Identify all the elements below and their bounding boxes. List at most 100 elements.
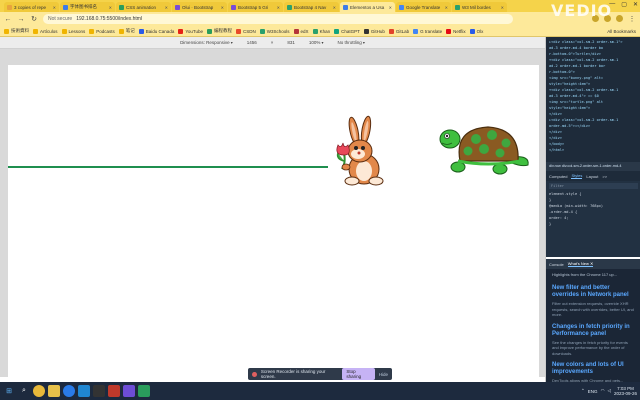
feature-title-link[interactable]: New filter and better overrides in Netwo… [552,285,635,299]
height-input[interactable]: 831 [287,40,295,45]
bookmark-label: YouTube [185,28,204,34]
windows-icon[interactable]: ⊞ [3,385,15,397]
close-tab-icon[interactable]: ✕ [501,5,504,10]
browser-tab[interactable]: 字体图书排名 ✕ [60,2,115,12]
close-window-button[interactable]: ✕ [633,1,638,8]
bookmark-icon [363,28,369,34]
volume-icon[interactable]: ◁ [608,388,611,394]
browser-tab[interactable]: Bootstrap 5 Gri ✕ [228,2,283,12]
close-tab-icon[interactable]: ✕ [445,5,448,10]
all-bookmarks[interactable]: All Bookmarks [607,29,636,34]
zoom-select[interactable]: 100% [309,40,324,45]
forward-icon[interactable]: → [17,16,25,23]
browser-tab[interactable]: Olui · Bootstrap ✕ [172,2,227,12]
bookmark-item[interactable]: YouTube [178,28,204,34]
bookmark-label: 笔记 [125,28,135,33]
profile-icon[interactable] [616,15,623,22]
tab-label: Bootstrap 4 Nav [294,4,327,10]
browser-tab[interactable]: 3 copies of repe ✕ [4,2,59,12]
close-tab-icon[interactable]: ✕ [109,5,112,10]
tab-label: CSS animation [126,4,157,10]
bookmark-item[interactable]: ChatGPT [334,28,360,34]
drawer-tab[interactable]: Console [549,262,564,267]
close-tab-icon[interactable]: ✕ [389,5,392,10]
back-icon[interactable]: ← [4,16,12,23]
drawer-tab[interactable]: What's New ✕ [567,261,594,267]
stop-sharing-button[interactable]: Stop sharing [342,368,375,380]
url-text: 192.168.0.75:5500/index.html [76,16,143,22]
tab-label: Google Translate [406,4,441,10]
close-tab-icon[interactable]: ✕ [277,5,280,10]
close-tab-icon[interactable]: ✕ [333,5,336,10]
address-bar: ← → ↻ Not secure 192.168.0.75:5500/index… [0,12,640,26]
bookmark-item[interactable]: GitLab [388,28,410,34]
bookmark-icon [4,28,9,34]
file-explorer-icon[interactable] [48,385,60,397]
url-input[interactable]: Not secure 192.168.0.75:5500/index.html [43,14,513,24]
bookmark-item[interactable]: 笔记 [118,28,135,34]
app-icon[interactable] [123,385,135,397]
app-icon[interactable] [138,385,150,397]
styles-tab[interactable]: Styles [571,173,583,179]
dom-node-line[interactable]: </html> [549,147,638,153]
feature-title-link[interactable]: Changes in fetch priority in Performance… [552,324,635,338]
turtle-image [439,126,529,175]
app-icon[interactable] [108,385,120,397]
search-icon[interactable]: ⌕ [18,385,30,397]
browser-tab[interactable]: W3 Mil bordes ✕ [452,2,507,12]
vscode-icon[interactable] [78,385,90,397]
devtools-panel: ▸<div class="col-sm-2 order-sm-1"> ad-3 … [545,37,640,382]
security-label[interactable]: Not secure [48,16,72,22]
chevron-up-icon[interactable]: ⌃ [581,388,585,394]
bookmark-label: GitLab [395,28,410,34]
bookmark-label: edX [300,28,309,34]
elements-tree[interactable]: ▸<div class="col-sm-2 order-sm-1"> ad-3 … [546,37,640,162]
bookmark-item[interactable]: Khan [312,28,330,34]
dom-breadcrumb[interactable]: div.row div.col-sm-2.order-sm-1.order-md… [546,162,640,171]
bookmark-item[interactable]: Netflix [446,28,466,34]
styles-filter-input[interactable]: Filter [549,183,638,189]
browser-tab[interactable]: Google Translate ✕ [396,2,451,12]
watermark: VEDIO [551,1,613,20]
bookmark-item[interactable]: GitHub [363,28,385,34]
styles-tab[interactable]: >> [602,174,607,179]
bookmark-item[interactable]: G translate [413,28,442,34]
hide-button[interactable]: Hide [379,372,388,377]
edge-icon[interactable] [63,385,75,397]
reload-icon[interactable]: ↻ [30,15,38,23]
bookmark-item[interactable]: Baidu Canada [138,28,175,34]
browser-tab[interactable]: CSS animation ✕ [116,2,171,12]
styles-tab[interactable]: Layout [586,174,598,179]
menu-icon[interactable]: ⋮ [628,15,636,23]
bookmark-item[interactable]: W3Schools [259,28,290,34]
bookmark-item[interactable]: 编程教程 [207,28,232,34]
close-tab-icon[interactable]: ✕ [221,5,224,10]
clock[interactable]: 7:03 PM 2023-09-26 [614,386,637,397]
chrome-icon[interactable] [33,385,45,397]
bookmark-label: Netflix [453,28,466,34]
bookmark-item[interactable]: Olx [469,28,484,34]
throttle-select[interactable]: No throttling [338,40,365,45]
bookmark-item[interactable]: 技術資料 [4,28,29,34]
browser-tab[interactable]: Bootstrap 4 Nav ✕ [284,2,339,12]
bookmark-item[interactable]: Artículos [33,28,58,34]
bookmark-label: Olx [476,28,484,34]
terminal-icon[interactable] [93,385,105,397]
bookmark-item[interactable]: Lessons [61,28,85,34]
close-tab-icon[interactable]: ✕ [165,5,168,10]
bookmark-label: GitHub [370,28,385,34]
bookmark-label: Baidu Canada [145,28,175,34]
close-tab-icon[interactable]: ✕ [53,5,56,10]
language-indicator[interactable]: ENG [588,389,598,394]
feature-title-link[interactable]: New colors and lots of UI improvements [552,362,635,376]
bookmark-item[interactable]: CSDN [236,28,256,34]
device-select[interactable]: Dimensions: Responsive [180,40,233,45]
browser-tab[interactable]: Elementos a Usa ✕ [340,2,395,12]
bookmark-item[interactable]: edX [293,28,309,34]
wifi-icon[interactable]: ◠ [601,388,605,394]
width-input[interactable]: 1456 [247,40,257,45]
maximize-button[interactable]: ▢ [621,1,627,8]
bookmark-item[interactable]: Podcasts [89,28,115,34]
tab-favicon-icon [175,4,180,10]
styles-tab[interactable]: Computed [549,174,567,179]
